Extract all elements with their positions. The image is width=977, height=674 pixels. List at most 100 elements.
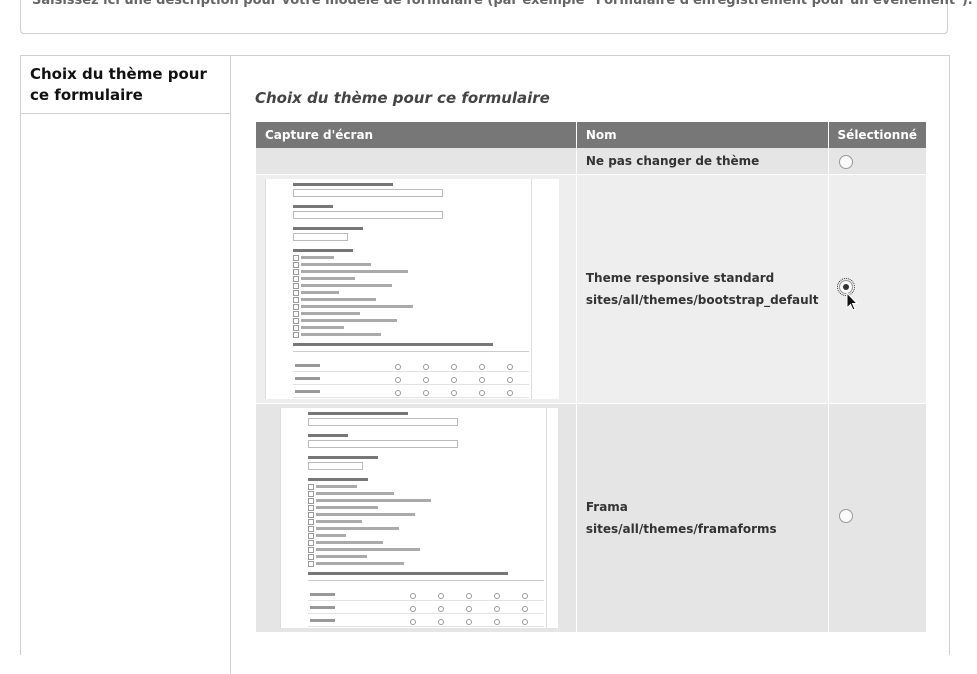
- screenshot-detail: [293, 261, 299, 268]
- screenshot-detail: [308, 455, 378, 459]
- table-row: Ne pas changer de thème: [256, 148, 926, 175]
- screenshot-detail: [308, 433, 348, 437]
- screenshot-detail: [494, 592, 500, 599]
- screenshot-detail: [451, 376, 457, 383]
- theme-name: Ne pas changer de thème: [585, 153, 760, 168]
- screenshot-detail: [507, 389, 513, 396]
- screenshot-detail: [293, 275, 299, 282]
- screenshot-detail: [410, 592, 416, 599]
- screenshot-detail: [293, 370, 529, 372]
- screenshot-detail: [308, 483, 314, 490]
- screenshot-detail: [423, 376, 429, 383]
- screenshot-detail: [301, 318, 397, 322]
- screenshot-detail: [316, 484, 357, 488]
- screenshot-detail: [466, 592, 472, 599]
- screenshot-detail: [410, 605, 416, 612]
- screenshot-detail: [293, 310, 299, 317]
- screenshot-detail: [301, 276, 355, 280]
- theme-name: Theme responsive standard: [585, 270, 775, 285]
- header-selected: Sélectionné: [828, 122, 926, 148]
- screenshot-detail: [308, 612, 544, 614]
- screenshot-detail: [316, 519, 362, 523]
- screenshot-detail: [308, 571, 508, 575]
- theme-radio-cell: [828, 148, 926, 175]
- screenshot-detail: [395, 389, 401, 396]
- screenshot-detail: [301, 332, 381, 336]
- vertical-tab-label: Choix du thème pour ce formulaire: [30, 65, 207, 104]
- theme-name-cell: Theme responsive standard sites/all/them…: [576, 174, 829, 404]
- screenshot-detail: [301, 297, 376, 301]
- screenshot-detail: [308, 599, 544, 601]
- screenshot-detail: [293, 182, 393, 186]
- description-fieldset: Saisissez ici une description pour votre…: [20, 0, 973, 34]
- screenshot-detail: [308, 532, 314, 539]
- screenshot-detail: [316, 505, 378, 509]
- screenshot-detail: [293, 210, 443, 219]
- screenshot-detail: [301, 290, 339, 294]
- screenshot-detail: [316, 491, 394, 495]
- screenshot-detail: [310, 618, 335, 622]
- theme-radio-none[interactable]: [838, 154, 853, 169]
- table-row: Frama sites/all/themes/framaforms: [256, 403, 926, 633]
- screenshot-detail: [507, 363, 513, 370]
- screenshot-detail: [316, 540, 383, 544]
- screenshot-detail: [301, 304, 413, 308]
- screenshot-detail: [507, 376, 513, 383]
- screenshot-detail: [316, 512, 415, 516]
- screenshot-detail: [316, 533, 346, 537]
- screenshot-detail: [308, 477, 368, 481]
- screenshot-cell: [256, 403, 577, 633]
- screenshot-detail: [280, 407, 281, 628]
- theme-name: Frama: [585, 499, 628, 514]
- screenshot-detail: [308, 553, 314, 560]
- theme-radio-cell: [828, 403, 926, 633]
- screenshot-detail: [265, 178, 266, 399]
- screenshot-detail: [522, 592, 528, 599]
- header-name: Nom: [576, 122, 829, 148]
- screenshot-detail: [308, 439, 458, 448]
- screenshot-detail: [308, 411, 408, 415]
- screenshot-detail: [479, 376, 485, 383]
- header-screenshot: Capture d'écran: [256, 122, 577, 148]
- description-help-text: Saisissez ici une description pour votre…: [32, 0, 973, 8]
- screenshot-detail: [466, 605, 472, 612]
- theme-radio-frama[interactable]: [838, 509, 853, 523]
- screenshot-detail: [310, 592, 335, 596]
- screenshot-detail: [438, 618, 444, 625]
- screenshot-detail: [295, 376, 320, 380]
- screenshot-detail: [293, 232, 348, 241]
- screenshot-detail: [410, 618, 416, 625]
- screenshot-detail: [293, 254, 299, 261]
- screenshot-detail: [438, 605, 444, 612]
- screenshot-detail: [479, 363, 485, 370]
- screenshot-detail: [308, 579, 544, 581]
- screenshot-detail: [546, 407, 547, 628]
- vertical-tab-theme[interactable]: Choix du thème pour ce formulaire: [21, 56, 231, 114]
- screenshot-detail: [531, 178, 532, 399]
- screenshot-detail: [308, 504, 314, 511]
- theme-table: Capture d'écran Nom Sélectionné Ne pas c…: [256, 122, 926, 633]
- screenshot-detail: [295, 363, 320, 367]
- screenshot-detail: [308, 546, 314, 553]
- theme-radio-cell: [828, 174, 926, 404]
- screenshot-detail: [293, 226, 363, 230]
- screenshot-detail: [293, 289, 299, 296]
- screenshot-detail: [295, 389, 320, 393]
- screenshot-cell: [256, 174, 577, 404]
- theme-path: sites/all/themes/bootstrap_default: [585, 292, 819, 307]
- screenshot-detail: [423, 389, 429, 396]
- screenshot-detail: [479, 389, 485, 396]
- screenshot-detail: [293, 350, 529, 352]
- screenshot-detail: [522, 618, 528, 625]
- screenshot-detail: [308, 490, 314, 497]
- screenshot-detail: [522, 605, 528, 612]
- screenshot-detail: [293, 248, 353, 252]
- screenshot-detail: [316, 526, 399, 530]
- screenshot-detail: [293, 383, 529, 385]
- table-row: Theme responsive standard sites/all/them…: [256, 174, 926, 404]
- screenshot-detail: [308, 518, 314, 525]
- screenshot-detail: [308, 511, 314, 518]
- screenshot-detail: [308, 461, 363, 470]
- screenshot-detail: [301, 311, 360, 315]
- screenshot-detail: [293, 331, 299, 338]
